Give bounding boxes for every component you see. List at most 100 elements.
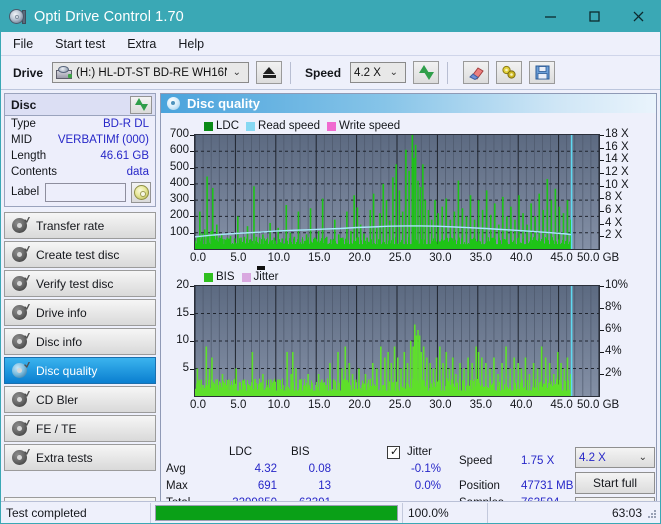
menu-item-extra[interactable]: Extra	[124, 35, 165, 53]
resize-grip[interactable]	[647, 510, 657, 520]
disc-refresh-button[interactable]	[130, 95, 152, 114]
bis-chart-ytick: 5	[182, 361, 189, 374]
toolbar-separator-2	[447, 61, 449, 84]
window-title: Opti Drive Control 1.70	[34, 8, 184, 25]
tools-button[interactable]	[496, 61, 523, 84]
menu-item-file[interactable]: File	[10, 35, 42, 53]
menu-item-start-test[interactable]: Start test	[52, 35, 114, 53]
ldc-chart-y2tick: 4 X	[605, 216, 623, 229]
progress-percent: 100.0%	[402, 502, 488, 523]
stats-avg-jitter: -0.1%	[410, 463, 441, 475]
sidebar-item-label: Disc info	[36, 334, 83, 349]
disc-type-value: BD-R DL	[102, 118, 149, 130]
drive-select[interactable]: (H:) HL-DT-ST BD-RE WH16NS48 1.D3 ⌄	[52, 62, 250, 83]
sidebar-item-drive-info[interactable]: Drive info	[4, 299, 156, 326]
bis-chart-xtick: 20.0	[348, 399, 371, 411]
sidebar-item-fe-te[interactable]: FE / TE	[4, 415, 156, 442]
speed-stat-label: Speed	[459, 455, 493, 467]
position-stat-label: Position	[459, 480, 500, 492]
toolbar: Drive (H:) HL-DT-ST BD-RE WH16NS48 1.D3 …	[1, 56, 660, 90]
toolbar-separator-1	[290, 61, 292, 84]
ldc-chart-y2tick: 10 X	[605, 178, 629, 191]
stats-col-bis: BIS	[291, 446, 310, 458]
ldc-chart-xtick: 5.0	[230, 252, 247, 264]
legend-swatch	[241, 272, 251, 282]
speed-select[interactable]: 4.2 X ⌄	[350, 62, 407, 83]
ldc-chart-y2tickmark	[600, 236, 604, 238]
disc-label-input[interactable]	[45, 182, 127, 202]
ldc-chart-xtick: 30.0	[429, 252, 452, 264]
status-message: Test completed	[1, 502, 151, 523]
bis-chart-canvas	[194, 286, 600, 396]
disc-length-label: Length	[11, 150, 47, 162]
ldc-chart-ytickmark	[190, 216, 194, 218]
erase-button[interactable]	[463, 61, 490, 84]
bis-chart-xtick: 0.0	[190, 399, 206, 411]
ldc-chart-y2tickmark	[600, 160, 604, 162]
page-title: Disc quality	[187, 96, 260, 111]
sidebar-item-extra-tests[interactable]: Extra tests	[4, 444, 156, 471]
ldc-chart-y2tickmark	[600, 198, 604, 200]
sidebar-item-create-test-disc[interactable]: Create test disc	[4, 241, 156, 268]
bis-chart-xtick: 15.0	[307, 399, 331, 411]
disc-row-length: Length 46.61 GB	[5, 148, 155, 164]
legend-swatch	[246, 121, 256, 131]
ldc-chart-ytick: 500	[169, 160, 189, 173]
menu-item-help[interactable]: Help	[175, 35, 213, 53]
sidebar-item-label: Extra tests	[36, 450, 93, 465]
stats-max-jitter: 0.0%	[414, 480, 441, 492]
eject-button[interactable]	[256, 61, 283, 84]
bis-chart-xtick: 30.0	[429, 399, 452, 411]
sidebar-item-transfer-rate[interactable]: Transfer rate	[4, 212, 156, 239]
sidebar-item-disc-quality[interactable]: Disc quality	[4, 357, 156, 384]
stats-avg-bis: 0.08	[308, 463, 331, 475]
chevron-down-icon: ⌄	[389, 67, 399, 78]
nav-list: Transfer rate Create test disc Verify te…	[4, 212, 156, 473]
ldc-chart-ytickmark	[190, 135, 194, 136]
bis-chart-y2tickmark	[600, 374, 604, 375]
bis-chart-xtick: 35.0	[469, 399, 492, 411]
disc-label-button[interactable]	[131, 181, 151, 203]
legend-swatch	[204, 121, 213, 131]
disc-icon	[12, 246, 30, 262]
sidebar-item-disc-info[interactable]: Disc info	[4, 328, 156, 355]
start-full-button[interactable]: Start full	[575, 472, 655, 494]
save-button[interactable]	[529, 61, 556, 84]
ldc-chart-y2tickmark	[600, 135, 604, 136]
refresh-button[interactable]	[413, 61, 440, 84]
bis-chart-ytick: 20	[176, 279, 189, 291]
legend-item-read-speed: Read speed	[246, 120, 320, 132]
legend-item-ldc: LDC	[204, 120, 239, 132]
window-controls	[528, 1, 660, 32]
disc-row-mid: MID VERBATIMf (000)	[5, 132, 155, 148]
sidebar-item-cd-bler[interactable]: CD Bler	[4, 386, 156, 413]
ldc-chart-ytickmark	[190, 232, 194, 234]
legend-label: Read speed	[258, 120, 321, 132]
disc-icon	[12, 362, 30, 378]
ldc-chart-canvas	[194, 135, 600, 249]
bis-chart-y2tick: 10%	[605, 279, 629, 291]
app-logo-icon	[9, 8, 27, 26]
speed-stat-value: 1.75 X	[521, 455, 555, 467]
sidebar-item-label: CD Bler	[36, 392, 79, 407]
menu-bar: File Start test Extra Help	[1, 32, 660, 56]
bis-chart-y2tickmark	[600, 330, 604, 331]
sidebar-item-verify-test-disc[interactable]: Verify test disc	[4, 270, 156, 297]
elapsed-time: 63:03	[611, 505, 642, 520]
legend-item-write-speed: Write speed	[327, 120, 400, 132]
ldc-chart-y2tick: 2 X	[605, 229, 623, 242]
ldc-chart-ytickmark	[190, 151, 194, 153]
bis-chart-xtick: 10.0	[267, 399, 290, 411]
minimize-button[interactable]	[528, 1, 572, 32]
jitter-checkbox[interactable]: ✓	[387, 446, 400, 459]
ldc-chart-y2tick: 8 X	[605, 191, 623, 204]
maximize-button[interactable]	[572, 1, 616, 32]
close-button[interactable]	[616, 1, 660, 32]
speed-label: Speed	[305, 65, 342, 80]
bis-chart-plot	[194, 285, 600, 397]
disc-icon	[12, 449, 30, 465]
test-speed-select[interactable]: 4.2 X ⌄	[575, 447, 655, 468]
disc-icon	[12, 304, 30, 320]
stats-max-bis: 13	[318, 480, 331, 492]
bis-chart-y2tick: 2%	[605, 367, 622, 379]
